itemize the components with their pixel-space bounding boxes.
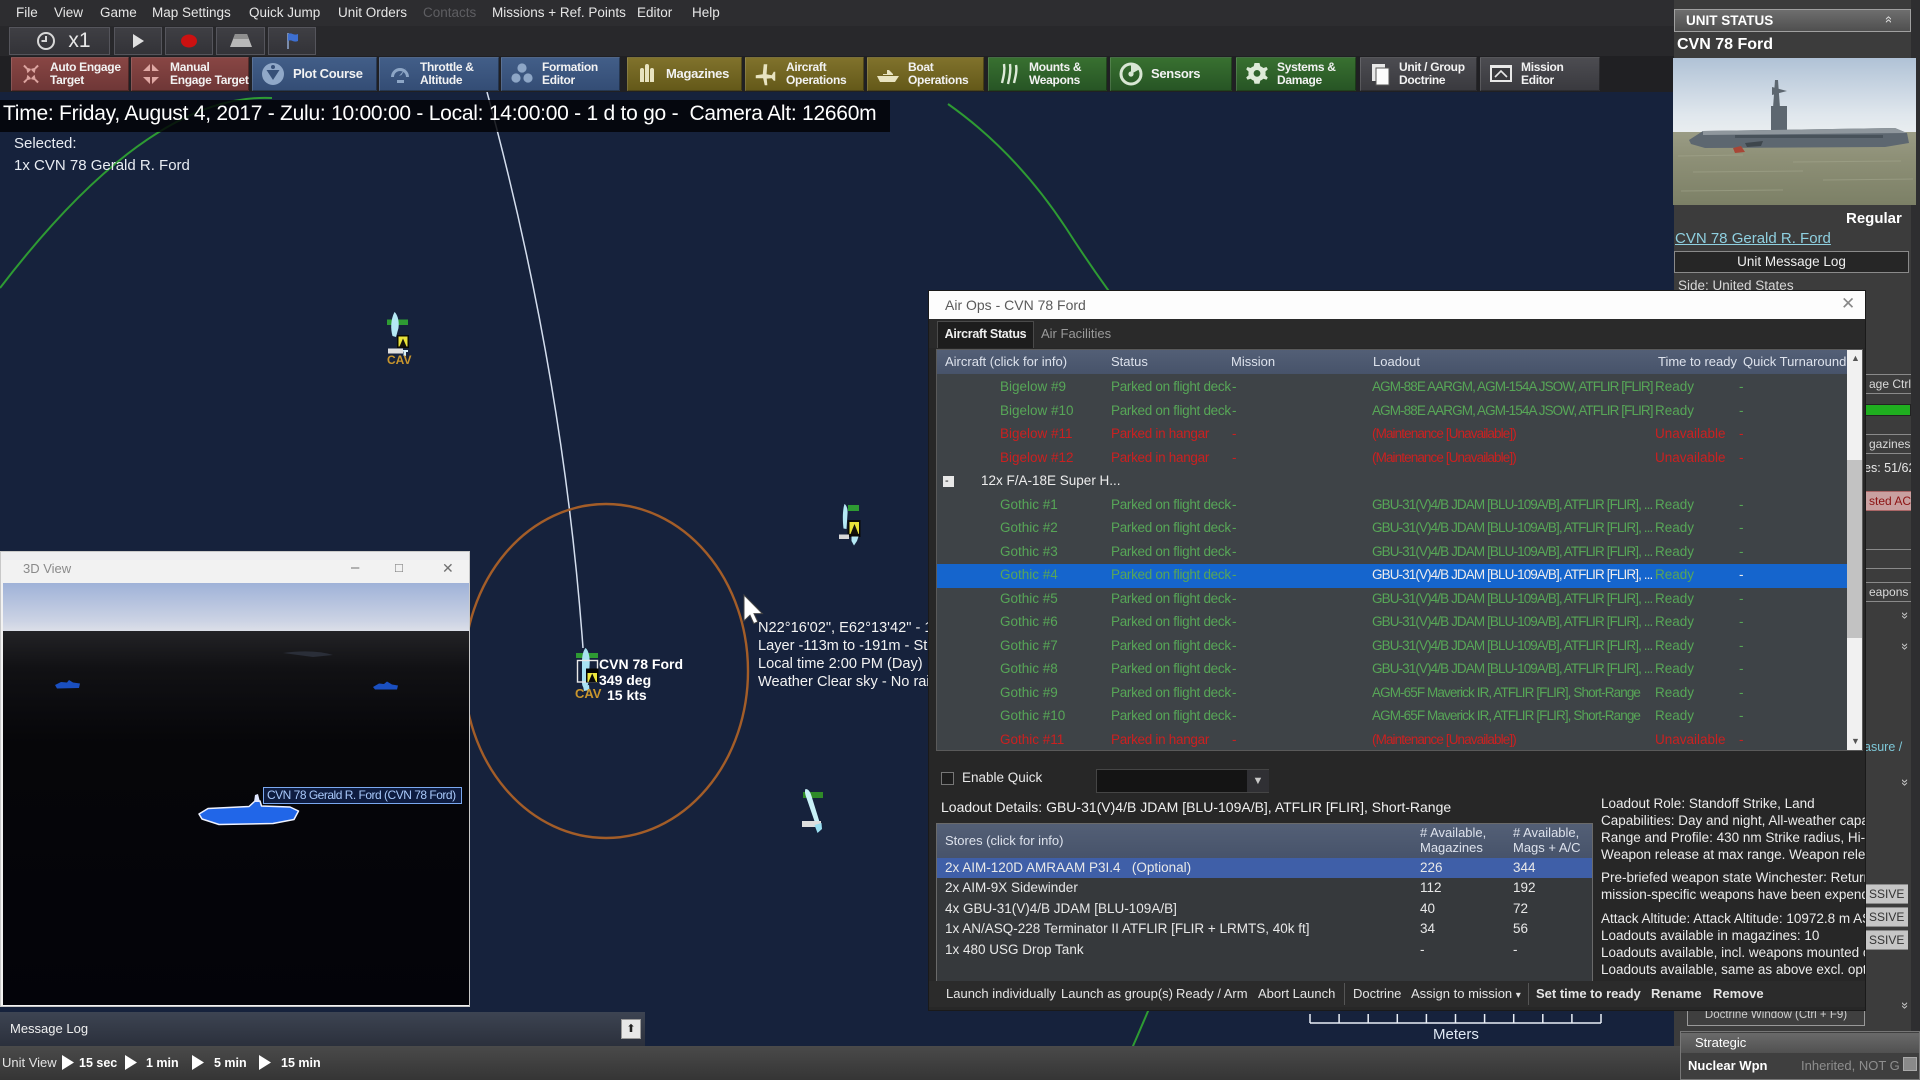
svg-text:15 kts: 15 kts — [607, 687, 647, 703]
svg-text:Weather Clear sky - No rain: Weather Clear sky - No rain — [758, 674, 938, 690]
svg-text:Layer -113m to -191m - Stre: Layer -113m to -191m - Stre — [758, 638, 940, 654]
svg-text:Meters: Meters — [1433, 1026, 1479, 1043]
svg-text:CAV: CAV — [575, 686, 602, 701]
svg-text:CAV: CAV — [387, 353, 411, 367]
svg-text:CVN 78 Ford: CVN 78 Ford — [599, 656, 683, 672]
svg-text:349 deg: 349 deg — [599, 672, 651, 688]
svg-text:Local time 2:00 PM (Day): Local time 2:00 PM (Day) — [758, 656, 923, 672]
svg-text:N22°16'02", E62°13'42" - 1.19: N22°16'02", E62°13'42" - 1.19 — [758, 620, 953, 636]
